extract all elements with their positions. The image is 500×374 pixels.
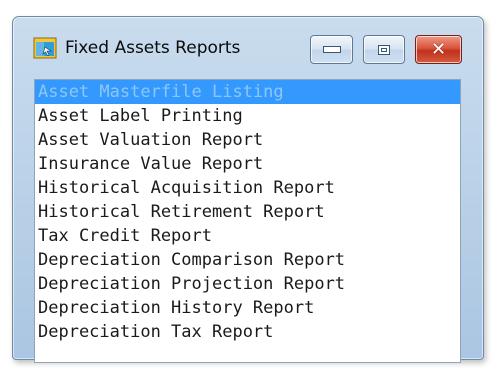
list-item[interactable]: Asset Valuation Report	[35, 128, 460, 152]
maximize-icon	[378, 44, 390, 55]
list-item[interactable]: Depreciation Comparison Report	[35, 248, 460, 272]
report-window: Fixed Assets Reports ✕ Asset Masterfile …	[12, 16, 484, 363]
list-item[interactable]: Depreciation Projection Report	[35, 272, 460, 296]
minimize-icon	[322, 46, 341, 53]
close-button[interactable]: ✕	[415, 35, 462, 64]
list-item[interactable]: Depreciation Tax Report	[35, 320, 460, 344]
list-item[interactable]: Asset Label Printing	[35, 104, 460, 128]
list-item[interactable]: Historical Retirement Report	[35, 200, 460, 224]
report-app-icon[interactable]	[33, 36, 57, 60]
close-icon: ✕	[430, 38, 447, 60]
minimize-button[interactable]	[310, 35, 353, 64]
list-item[interactable]: Historical Acquisition Report	[35, 176, 460, 200]
window-title: Fixed Assets Reports	[65, 38, 241, 58]
title-bar[interactable]: Fixed Assets Reports ✕	[13, 17, 483, 67]
report-listbox[interactable]: Asset Masterfile Listing Asset Label Pri…	[34, 79, 461, 363]
maximize-button[interactable]	[363, 35, 405, 64]
list-item[interactable]: Depreciation History Report	[35, 296, 460, 320]
list-item[interactable]: Tax Credit Report	[35, 224, 460, 248]
list-item-selected[interactable]: Asset Masterfile Listing	[35, 80, 460, 104]
list-item[interactable]: Insurance Value Report	[35, 152, 460, 176]
